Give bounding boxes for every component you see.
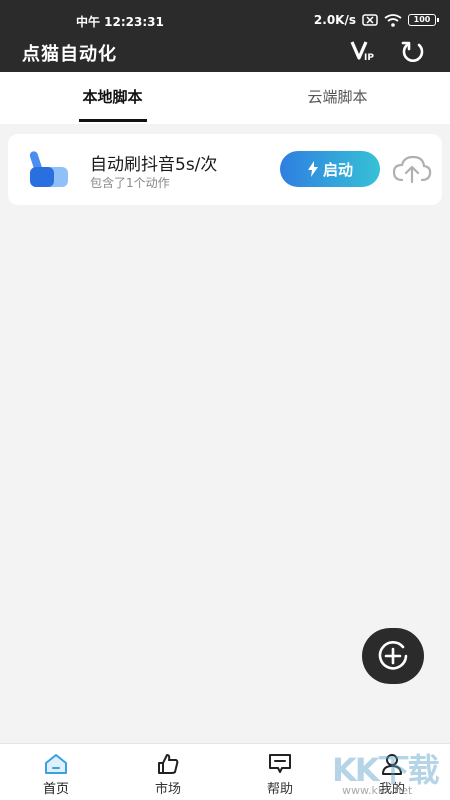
script-title: 自动刷抖音5s/次 (90, 155, 218, 175)
network-speed: 2.0K/s (313, 13, 356, 27)
user-icon (382, 754, 402, 775)
nav-home[interactable]: 首页 (0, 744, 112, 800)
status-right: 2.0K/s 100 (313, 13, 439, 27)
cloud-upload-icon[interactable] (392, 154, 432, 184)
add-circle-icon (378, 641, 408, 670)
home-icon (45, 754, 67, 774)
start-button-label: 启动 (322, 160, 353, 179)
nav-profile[interactable]: 我的 (336, 744, 448, 800)
lightning-icon (307, 161, 318, 177)
nav-help-label: 帮助 (266, 782, 293, 797)
app-header: 中午 12:23:31 2.0K/s 100 点猫自动化 IP (0, 0, 450, 72)
bottom-nav: 首页 市场 帮助 我的 (0, 743, 450, 800)
thumbs-up-icon (158, 754, 179, 774)
nav-market[interactable]: 市场 (112, 744, 224, 800)
message-icon (269, 754, 291, 773)
app-title: 点猫自动化 (22, 44, 117, 65)
nav-profile-label: 我的 (378, 782, 405, 797)
tab-local-label: 本地脚本 (82, 88, 143, 106)
vip-icon[interactable]: IP (350, 40, 376, 64)
start-button[interactable]: 启动 (280, 151, 380, 187)
sim-x-icon (362, 14, 378, 26)
refresh-icon[interactable] (400, 40, 426, 64)
add-script-button[interactable] (362, 628, 424, 684)
nav-home-label: 首页 (42, 782, 69, 797)
script-subtitle: 包含了1个动作 (90, 176, 170, 190)
nav-market-label: 市场 (154, 782, 181, 797)
status-bar: 中午 12:23:31 2.0K/s 100 (0, 12, 450, 30)
script-tabs: 本地脚本 云端脚本 (0, 72, 450, 124)
svg-text:IP: IP (364, 53, 374, 63)
active-tab-indicator (79, 119, 147, 122)
tab-local-scripts[interactable]: 本地脚本 (0, 72, 225, 124)
battery-indicator: 100 (408, 14, 439, 26)
nav-help[interactable]: 帮助 (224, 744, 336, 800)
tab-cloud-label: 云端脚本 (307, 88, 368, 106)
status-time: 中午 12:23:31 (76, 15, 164, 29)
app-logo-icon (29, 151, 68, 187)
wifi-icon (384, 13, 402, 27)
tab-cloud-scripts[interactable]: 云端脚本 (225, 72, 450, 124)
script-card[interactable]: 自动刷抖音5s/次 包含了1个动作 启动 (8, 134, 442, 205)
